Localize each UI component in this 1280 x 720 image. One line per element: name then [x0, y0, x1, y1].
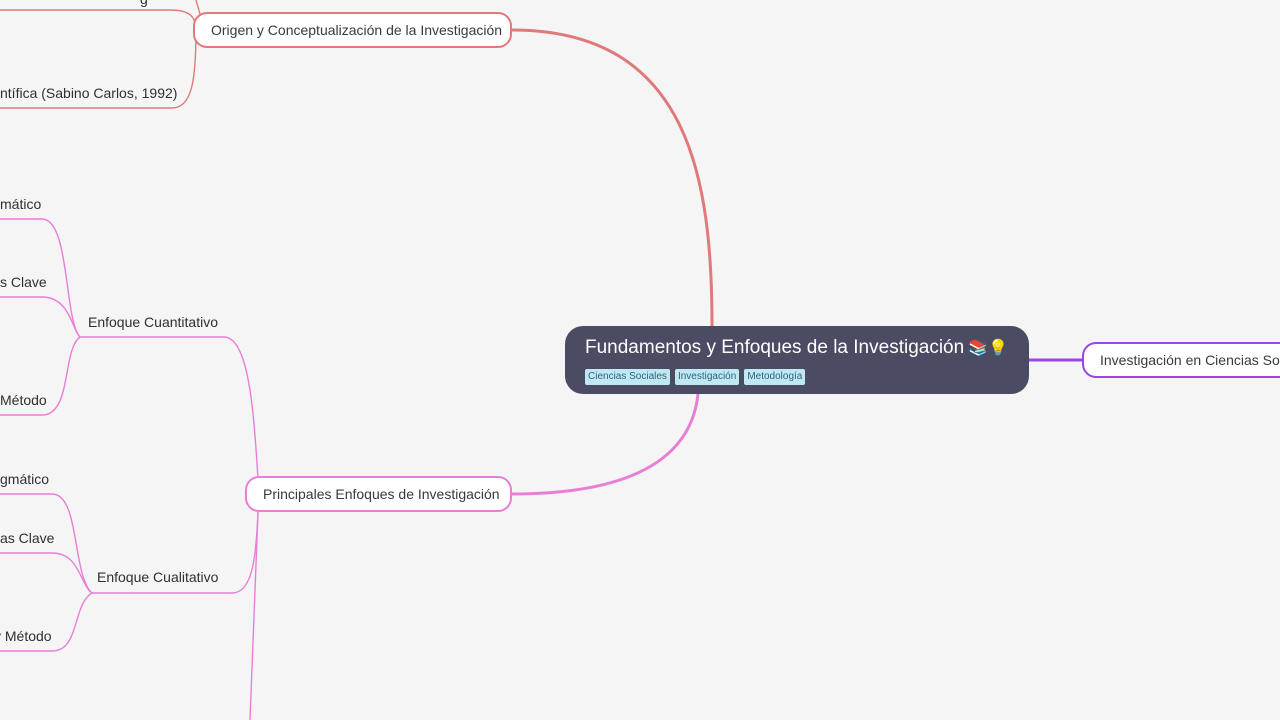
topic-sociales-label: Investigación en Ciencias Sociales	[1100, 352, 1280, 368]
tag-metodologia[interactable]: Metodología	[744, 369, 806, 385]
cuantitativo-child-2[interactable]: s Clave	[0, 273, 47, 291]
link-enfoques-down	[249, 511, 259, 720]
books-lightbulb-icon: 📚💡	[968, 340, 1009, 357]
cualitativo-child-3[interactable]: y Método	[0, 627, 52, 645]
mind-map-canvas: g Origen y Conceptualización de la Inves…	[0, 0, 1280, 720]
link-enfoques-cuantitativo	[80, 336, 259, 479]
subtopic-cuantitativo[interactable]: Enfoque Cuantitativo	[88, 313, 218, 331]
cualitativo-child-1[interactable]: gmático	[0, 470, 49, 488]
link-central-enfoques	[511, 393, 700, 496]
origen-child-sabino[interactable]: ntífica (Sabino Carlos, 1992)	[0, 84, 177, 102]
cuantitativo-child-1[interactable]: mático	[0, 195, 41, 213]
central-title-row: Fundamentos y Enfoques de la Investigaci…	[585, 336, 1009, 361]
topic-sociales[interactable]: Investigación en Ciencias Sociales	[1082, 342, 1280, 378]
central-title: Fundamentos y Enfoques de la Investigaci…	[585, 337, 965, 358]
cuantitativo-child-3[interactable]: Método	[0, 391, 47, 409]
link-origen-top	[0, 9, 197, 31]
link-origen-offscreen	[195, 0, 201, 15]
link-cuanti-2	[0, 296, 81, 338]
tag-ciencias-sociales[interactable]: Ciencias Sociales	[585, 369, 670, 385]
central-tags: Ciencias Sociales Investigación Metodolo…	[585, 369, 1009, 385]
link-central-origen	[511, 28, 714, 327]
topic-enfoques-label: Principales Enfoques de Investigación	[263, 486, 500, 502]
topic-origen-label: Origen y Conceptualización de la Investi…	[211, 22, 503, 38]
subtopic-cualitativo[interactable]: Enfoque Cualitativo	[97, 568, 218, 586]
cualitativo-child-2[interactable]: as Clave	[0, 529, 54, 547]
tag-investigacion[interactable]: Investigación	[674, 369, 740, 385]
link-cuali-2	[0, 552, 93, 594]
origen-child-cut-top[interactable]: g	[140, 0, 148, 8]
topic-enfoques[interactable]: Principales Enfoques de Investigación	[245, 476, 512, 512]
topic-origen[interactable]: Origen y Conceptualización de la Investi…	[193, 12, 512, 48]
central-topic[interactable]: Fundamentos y Enfoques de la Investigaci…	[565, 326, 1029, 394]
